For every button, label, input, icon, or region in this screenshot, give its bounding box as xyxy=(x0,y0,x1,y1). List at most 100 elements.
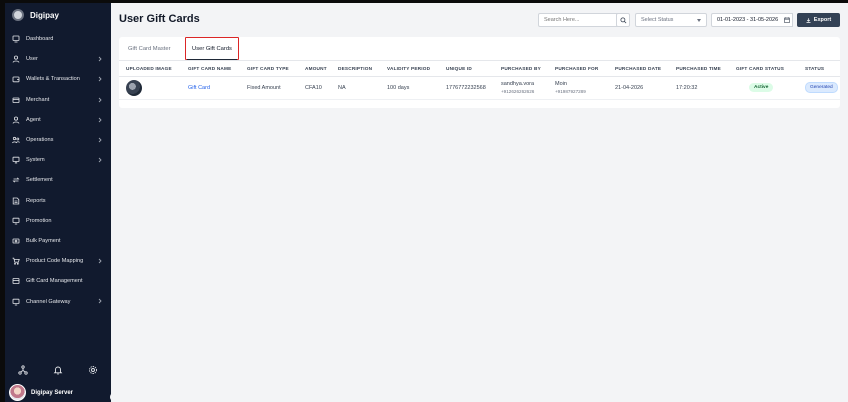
date-range-input[interactable]: 01-01-2023 - 31-05-2026 xyxy=(711,13,792,27)
sidebar-item-label: Agent xyxy=(26,116,41,123)
chevron-right-icon xyxy=(97,157,103,163)
user-icon xyxy=(12,55,20,63)
status-select[interactable]: Select Status xyxy=(635,13,707,27)
column-header-purchased-date: PURCHASED DATE xyxy=(615,62,676,77)
cell-status: Generated xyxy=(805,76,840,100)
table-header-row: UPLOADED IMAGE GIFT CARD NAME GIFT CARD TY… xyxy=(119,62,840,77)
sidebar-item-label: Gift Card Management xyxy=(26,278,83,285)
sidebar-item-label: Merchant xyxy=(26,96,50,103)
chevron-right-icon xyxy=(97,97,103,103)
column-header-unique-id: UNIQUE ID xyxy=(446,62,501,77)
sidebar: Digipay Dashboard User Wallets & Transacti… xyxy=(5,3,120,402)
table-row: Gift Card Fixed Amount CFA10 NA 100 days… xyxy=(119,76,840,100)
gift-card-icon xyxy=(12,277,20,285)
dashboard-icon xyxy=(12,35,20,43)
sidebar-item-product-code-mapping[interactable]: Product Code Mapping xyxy=(5,251,111,271)
column-header-amount: AMOUNT xyxy=(305,62,338,77)
promotion-icon xyxy=(12,217,20,225)
brand-name: Digipay xyxy=(30,10,59,20)
chevron-down-icon xyxy=(697,19,701,22)
cell-purchased-by: sandhya.vora +912626262626 xyxy=(501,76,555,100)
user-gift-cards-table: UPLOADED IMAGE GIFT CARD NAME GIFT CARD TY… xyxy=(119,62,840,100)
agent-icon xyxy=(12,116,20,124)
chevron-right-icon xyxy=(97,76,103,82)
gift-card-thumbnail[interactable] xyxy=(126,79,142,96)
sidebar-item-system[interactable]: System xyxy=(5,150,111,170)
purchased-by-name: sandhya.vora xyxy=(501,81,535,87)
sidebar-item-label: System xyxy=(26,157,45,164)
sidebar-item-bulk-payment[interactable]: Bulk Payment xyxy=(5,231,111,251)
column-header-purchased-for: PURCHASED FOR xyxy=(555,62,615,77)
search-icon xyxy=(619,16,626,23)
sidebar-item-label: Promotion xyxy=(26,217,52,224)
sidebar-item-label: Wallets & Transaction xyxy=(26,76,80,83)
search-button[interactable] xyxy=(616,13,630,27)
gift-card-panel: Gift Card Master User Gift Cards UPLOADE… xyxy=(119,37,840,108)
column-header-gift-card-status: GIFT CARD STATUS xyxy=(736,62,805,77)
brand[interactable]: Digipay xyxy=(5,4,111,26)
settlement-icon xyxy=(12,176,20,184)
status-select-placeholder: Select Status xyxy=(641,17,674,23)
active-tab-indicator xyxy=(187,59,237,60)
column-header-gift-card-name: GIFT CARD NAME xyxy=(188,62,247,77)
chevron-right-icon xyxy=(97,298,103,304)
tab-gift-card-master[interactable]: Gift Card Master xyxy=(128,37,171,61)
cart-icon xyxy=(12,257,20,265)
sidebar-item-label: User xyxy=(26,56,38,63)
cell-description: NA xyxy=(338,76,387,100)
sidebar-item-label: Channel Gateway xyxy=(26,298,71,305)
sidebar-item-promotion[interactable]: Promotion xyxy=(5,211,111,231)
sidebar-item-label: Settlement xyxy=(26,177,53,184)
sidebar-item-operations[interactable]: Operations xyxy=(5,130,111,150)
cell-uploaded-image xyxy=(119,76,188,100)
current-user[interactable]: Digipay Server xyxy=(9,384,73,401)
calendar-icon[interactable] xyxy=(781,13,793,27)
purchased-for-phone: +91987927289 xyxy=(555,89,586,94)
chevron-right-icon xyxy=(97,117,103,123)
channel-icon xyxy=(12,298,20,306)
status-badge: Generated xyxy=(805,82,838,93)
avatar xyxy=(9,384,26,401)
sidebar-item-agent[interactable]: Agent xyxy=(5,110,111,130)
sidebar-item-dashboard[interactable]: Dashboard xyxy=(5,29,111,49)
tab-bar: Gift Card Master User Gift Cards xyxy=(119,37,840,61)
gift-card-name-link[interactable]: Gift Card xyxy=(188,85,210,91)
bell-icon[interactable] xyxy=(53,362,63,380)
sidebar-item-settlement[interactable]: Settlement xyxy=(5,170,111,190)
cell-purchased-for: Moin +91987927289 xyxy=(555,76,615,100)
sidebar-footer-icons xyxy=(5,364,111,378)
cell-validity-period: 100 days xyxy=(387,76,446,100)
export-label: Export xyxy=(813,17,832,23)
cell-unique-id: 1776772232568 xyxy=(446,76,501,100)
chevron-right-icon xyxy=(97,258,103,264)
sidebar-item-merchant[interactable]: Merchant xyxy=(5,90,111,110)
chevron-right-icon xyxy=(97,56,103,62)
column-header-purchased-time: PURCHASED TIME xyxy=(676,62,736,77)
sidebar-item-user[interactable]: User xyxy=(5,49,111,69)
sidebar-item-label: Dashboard xyxy=(26,36,54,43)
cell-gift-card-name: Gift Card xyxy=(188,76,247,100)
column-header-uploaded-image: UPLOADED IMAGE xyxy=(119,62,188,77)
column-header-status: STATUS xyxy=(805,62,840,77)
column-header-purchased-by: PURCHASED BY xyxy=(501,62,555,77)
sidebar-item-label: Operations xyxy=(26,137,54,144)
purchased-by-phone: +912626262626 xyxy=(501,89,535,94)
status-badge: Active xyxy=(749,83,774,92)
sidebar-item-label: Bulk Payment xyxy=(26,237,61,244)
sidebar-item-channel-gateway[interactable]: Channel Gateway xyxy=(5,291,111,311)
export-button[interactable]: Export xyxy=(797,13,840,27)
cell-gift-card-type: Fixed Amount xyxy=(247,76,305,100)
column-header-validity-period: VALIDITY PERIOD xyxy=(387,62,446,77)
cell-purchased-time: 17:20:32 xyxy=(676,76,736,100)
column-header-gift-card-type: GIFT CARD TYPE xyxy=(247,62,305,77)
sidebar-item-reports[interactable]: Reports xyxy=(5,191,111,211)
settings-icon[interactable] xyxy=(88,362,98,380)
sidebar-item-wallets-transaction[interactable]: Wallets & Transaction xyxy=(5,69,111,89)
monitor-icon xyxy=(12,156,20,164)
sidebar-item-gift-card-management[interactable]: Gift Card Management xyxy=(5,271,111,291)
network-icon[interactable] xyxy=(18,362,28,380)
tab-user-gift-cards[interactable]: User Gift Cards xyxy=(185,37,239,60)
operations-icon xyxy=(12,136,20,144)
sidebar-nav: Dashboard User Wallets & Transaction Mercha… xyxy=(5,29,111,312)
purchased-for-name: Moin xyxy=(555,81,567,87)
